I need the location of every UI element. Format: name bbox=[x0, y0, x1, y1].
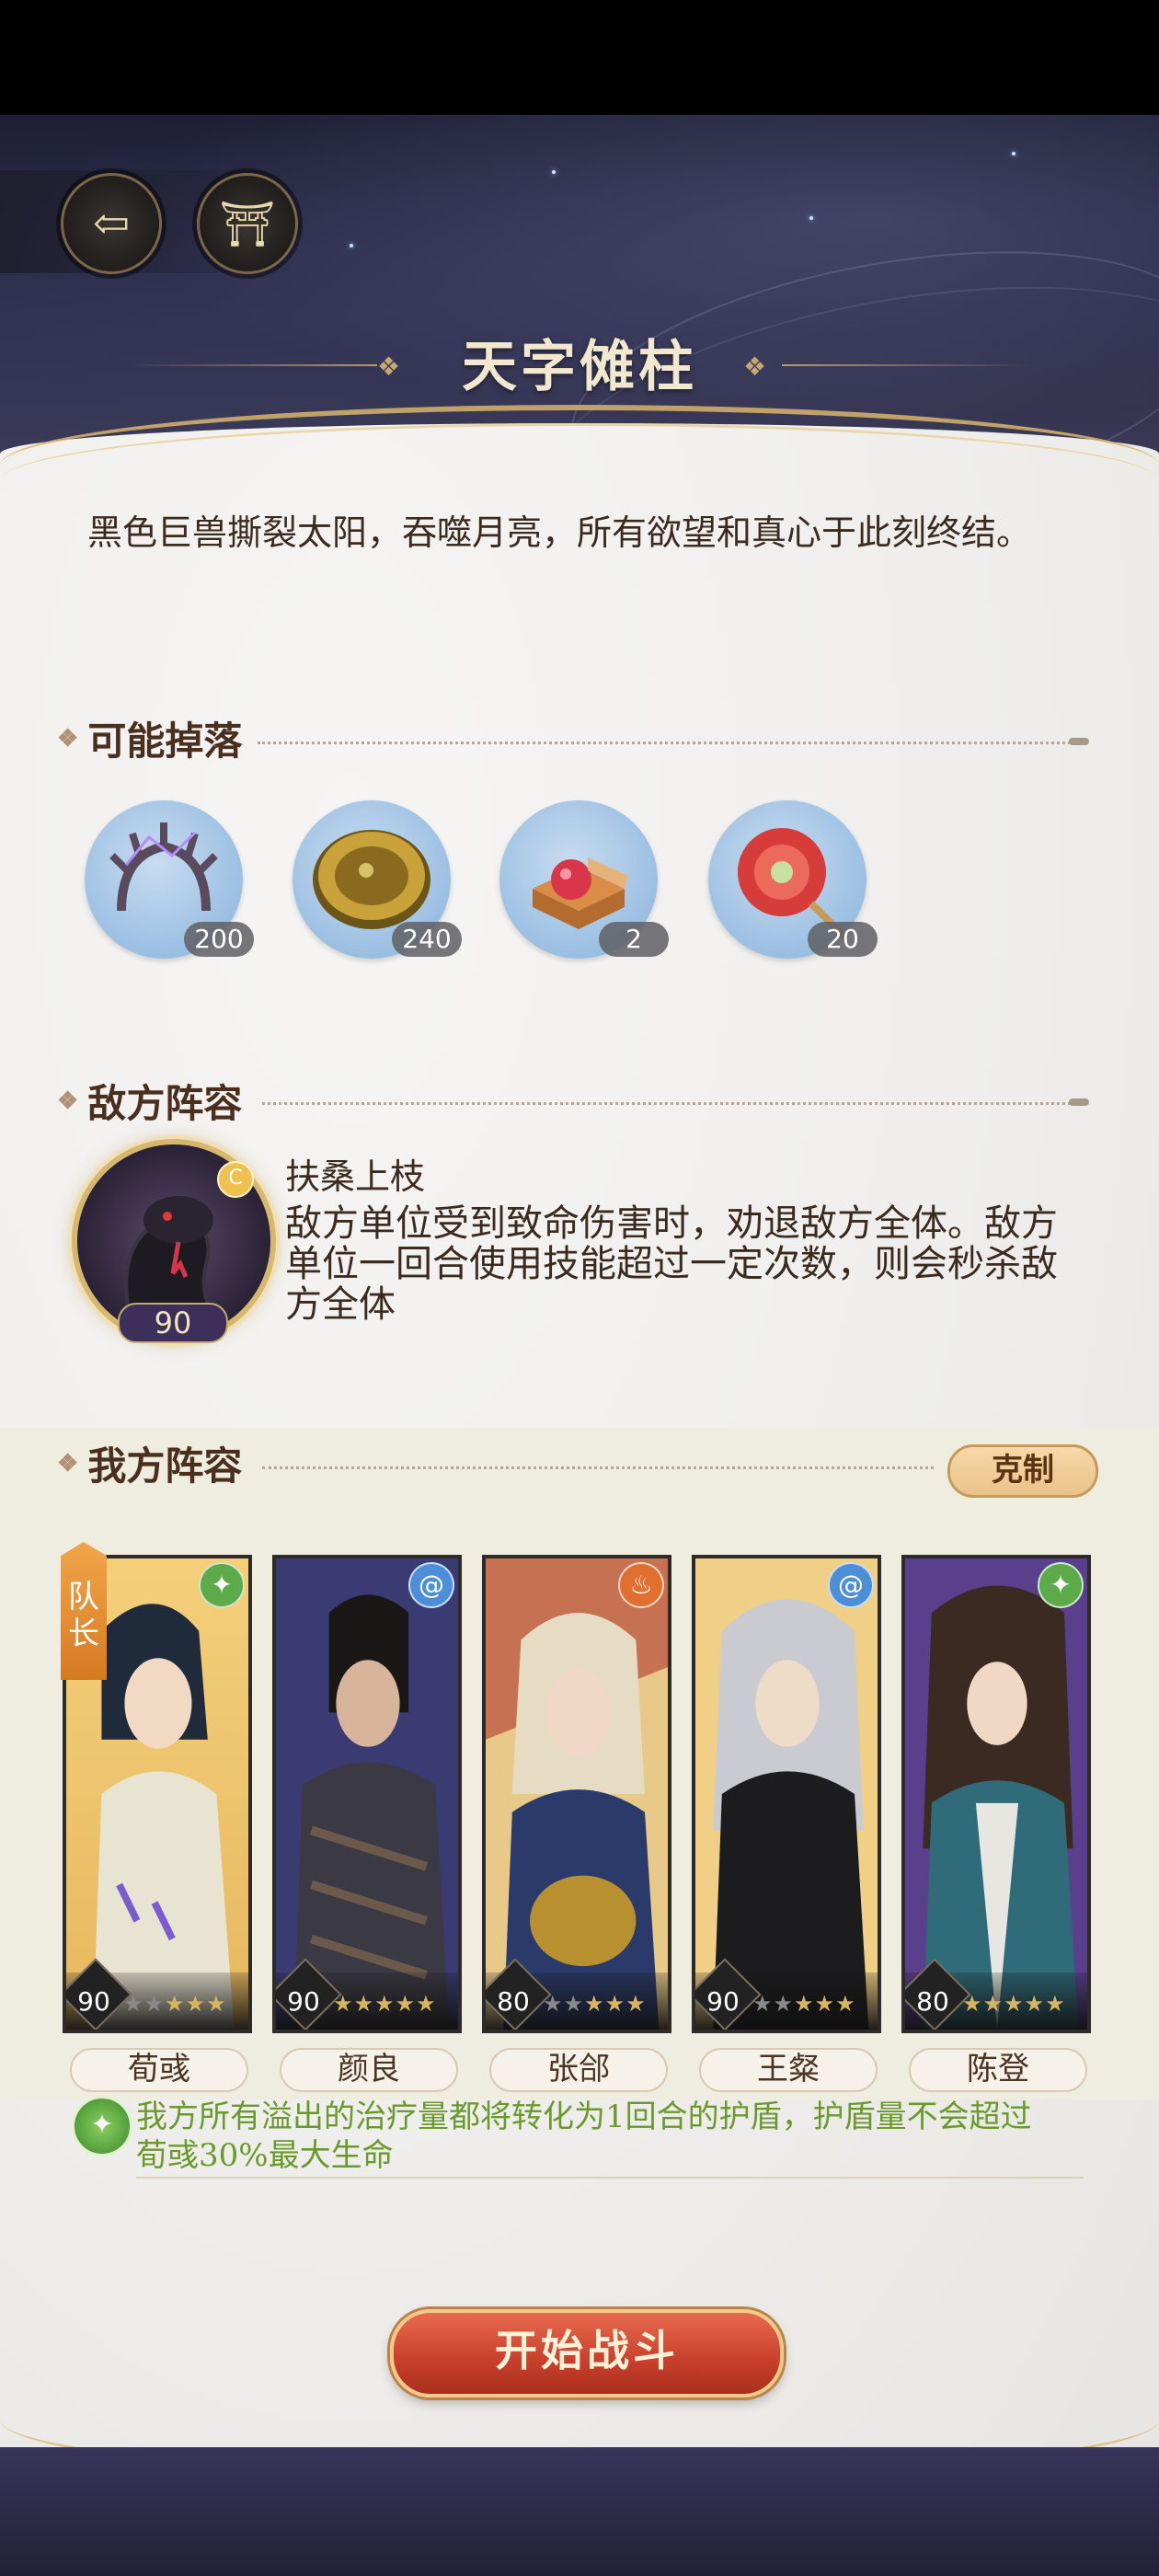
section-divider bbox=[258, 742, 1076, 744]
hero-name: 荀彧 bbox=[70, 2048, 248, 2092]
star bbox=[552, 170, 556, 174]
star bbox=[809, 216, 813, 220]
fire-icon: ♨ bbox=[618, 1562, 664, 1608]
hero-stars: ★★★★★ bbox=[752, 1991, 856, 2017]
leader-tag: 队长 bbox=[61, 1542, 107, 1680]
hero-card[interactable]: ♨ 80 ★★★★★ bbox=[482, 1555, 671, 2033]
hero-level: 90 bbox=[77, 1986, 110, 2017]
hero-name: 张郃 bbox=[489, 2048, 668, 2092]
drop-count: 200 bbox=[184, 922, 254, 957]
leaf-icon: ✦ bbox=[199, 1562, 245, 1608]
leaf-skill-icon: ✦ bbox=[72, 2096, 132, 2156]
title-divider-right bbox=[782, 364, 1030, 366]
skill-underline bbox=[136, 2177, 1084, 2179]
hero-level: 90 bbox=[287, 1986, 320, 2017]
hero-level: 90 bbox=[706, 1986, 740, 2017]
pavilion-button[interactable]: ⛩ bbox=[197, 173, 298, 274]
counter-button[interactable]: 克制 bbox=[947, 1444, 1098, 1498]
diamond-bullet-icon: ❖ bbox=[57, 724, 79, 753]
hero-name: 王粲 bbox=[699, 2048, 878, 2092]
hero-stars: ★★★★★ bbox=[333, 1991, 437, 2017]
star bbox=[1012, 152, 1016, 155]
hero-name: 颜良 bbox=[280, 2048, 458, 2092]
bottom-sky-background bbox=[0, 2447, 1159, 2576]
back-arrow-icon: ⇦ bbox=[92, 198, 131, 249]
title-ornament-right: ❖ bbox=[743, 351, 767, 382]
drops-heading: ❖ 可能掉落 bbox=[57, 710, 242, 766]
top-black-bar bbox=[0, 0, 1159, 115]
hero-stars: ★★★★★ bbox=[962, 1991, 1066, 2017]
hero-card[interactable]: @ 90 ★★★★★ bbox=[692, 1555, 881, 2033]
drop-item[interactable]: 200 bbox=[85, 800, 254, 959]
leader-skill-text: 我方所有溢出的治疗量都将转化为1回合的护盾，护盾量不会超过荀彧30%最大生命 bbox=[136, 2099, 1032, 2174]
drop-count: 20 bbox=[808, 922, 878, 957]
wind-swirl-icon: @ bbox=[828, 1562, 874, 1608]
section-divider-end bbox=[1069, 738, 1089, 745]
hero-stars: ★★★★★ bbox=[123, 1991, 227, 2017]
hero-stars: ★★★★★ bbox=[543, 1991, 647, 2017]
section-divider-end bbox=[1069, 1098, 1089, 1106]
start-battle-button[interactable]: 开始战斗 bbox=[390, 2309, 784, 2398]
pavilion-icon: ⛩ bbox=[219, 198, 276, 250]
wind-swirl-icon: @ bbox=[408, 1562, 454, 1608]
leaf-icon: ✦ bbox=[1038, 1562, 1084, 1608]
drop-item[interactable]: 20 bbox=[708, 800, 878, 959]
section-divider bbox=[262, 1102, 1076, 1105]
star bbox=[350, 244, 353, 247]
drops-heading-label: 可能掉落 bbox=[87, 719, 243, 764]
drop-item[interactable]: 2 bbox=[499, 800, 669, 959]
team-heading-label: 我方阵容 bbox=[87, 1443, 243, 1489]
diamond-bullet-icon: ❖ bbox=[57, 1449, 79, 1478]
section-divider bbox=[262, 1466, 934, 1469]
hero-card[interactable]: ✦ 80 ★★★★★ bbox=[901, 1555, 1091, 2033]
drop-item[interactable]: 240 bbox=[293, 800, 462, 959]
diamond-bullet-icon: ❖ bbox=[57, 1087, 79, 1115]
drop-count: 240 bbox=[392, 922, 462, 957]
hero-level: 80 bbox=[916, 1986, 949, 2017]
enemy-name: 扶桑上枝 bbox=[285, 1156, 426, 1197]
enemy-level: 90 bbox=[118, 1303, 228, 1343]
page-title: 天字傩柱 bbox=[462, 335, 697, 399]
hero-level: 80 bbox=[497, 1986, 530, 2017]
hero-name: 陈登 bbox=[909, 2048, 1087, 2092]
back-button[interactable]: ⇦ bbox=[61, 173, 162, 274]
drop-count: 2 bbox=[599, 922, 669, 957]
enemy-description: 敌方单位受到致命伤害时，劝退敌方全体。敌方单位一回合使用技能超过一定次数，则会秒… bbox=[285, 1202, 1058, 1326]
enemy-heading-label: 敌方阵容 bbox=[87, 1081, 243, 1126]
stage-description: 黑色巨兽撕裂太阳，吞噬月亮，所有欲望和真心于此刻终结。 bbox=[87, 512, 1032, 553]
enemy-heading: ❖ 敌方阵容 bbox=[57, 1073, 242, 1129]
hero-card[interactable]: @ 90 ★★★★★ bbox=[272, 1555, 462, 2033]
enemy-grade-badge: C bbox=[217, 1161, 254, 1198]
team-heading: ❖ 我方阵容 bbox=[57, 1435, 242, 1491]
